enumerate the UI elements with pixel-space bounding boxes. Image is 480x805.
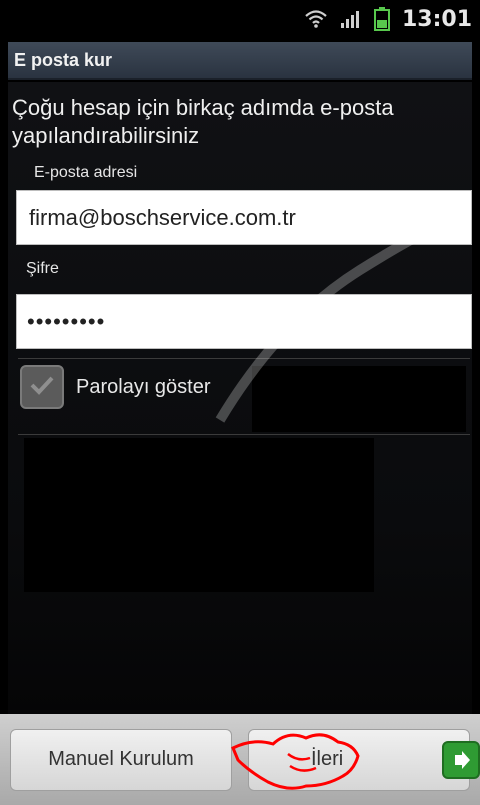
signal-icon (340, 9, 362, 29)
status-bar: 13:01 (0, 0, 480, 38)
divider (18, 358, 470, 359)
password-value[interactable]: ••••••••• (27, 309, 105, 335)
screen-title-bar: E posta kur (8, 42, 472, 80)
email-field[interactable] (16, 190, 472, 245)
clock: 13:01 (401, 6, 472, 32)
manual-setup-button[interactable]: Manuel Kurulum (10, 728, 232, 791)
pointing-hand-icon (231, 733, 360, 790)
arrow-right-icon[interactable] (442, 740, 480, 779)
redacted-area (24, 438, 374, 592)
show-password-checkbox[interactable] (20, 365, 64, 409)
password-label: Şifre (26, 260, 59, 277)
battery-icon (373, 7, 390, 31)
intro-text: Çoğu hesap için birkaç adımda e-posta ya… (12, 95, 394, 148)
show-password-label: Parolayı göster (76, 375, 211, 398)
email-input[interactable] (27, 203, 471, 232)
setup-form: Çoğu hesap için birkaç adımda e-posta ya… (8, 82, 472, 714)
checkmark-icon (29, 374, 55, 401)
password-field[interactable]: ••••••••• (16, 294, 472, 349)
divider-2 (18, 434, 470, 435)
manual-setup-label: Manuel Kurulum (48, 748, 194, 770)
show-password-row[interactable]: Parolayı göster (20, 365, 211, 409)
email-label: E-posta adresi (34, 164, 138, 181)
redacted-block (252, 366, 466, 432)
wifi-icon (304, 9, 328, 29)
screen-title: E posta kur (14, 49, 113, 70)
